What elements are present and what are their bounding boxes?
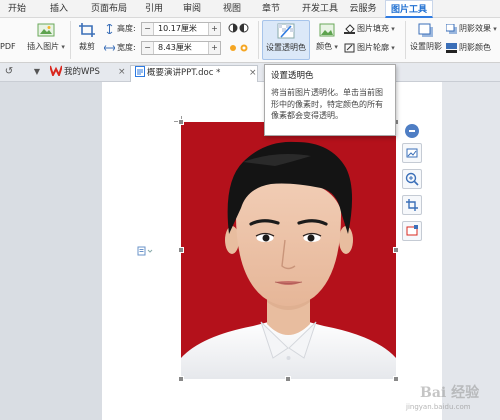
resize-handle-top-left[interactable]: [178, 119, 184, 125]
doc-tab-my-wps[interactable]: 我的WPS ×: [46, 65, 126, 82]
transparent-color-tooltip: 设置透明色 将当前图片透明化。单击当前图形中的像素时，特定颜色的所有像素都会变得…: [264, 64, 396, 136]
picture-icon: [37, 23, 55, 37]
doc-icon: [135, 66, 145, 77]
set-transparent-color-button[interactable]: 设置透明色: [262, 20, 310, 60]
zoom-icon[interactable]: [402, 169, 422, 189]
crop-tool-icon: [79, 23, 95, 37]
shadow-color-label: 阴影颜色: [459, 43, 491, 52]
doc-tab-label: 概要演讲PPT.doc *: [147, 68, 221, 78]
width-value[interactable]: 8.43厘米: [156, 42, 206, 54]
document-tab-bar: ↺ ▼ 我的WPS × 概要演讲PPT.doc * ×: [0, 63, 500, 82]
watermark-url: jingyan.baidu.com: [406, 403, 471, 411]
color-icon: [319, 23, 335, 37]
ribbon: PDF 插入图片 裁剪 高度: − 10.17厘米 + 宽度: − 8.43厘米…: [0, 18, 500, 63]
menu-bar: 开始 插入 页面布局 引用 审阅 视图 章节 开发工具 云服务 图片工具: [0, 0, 500, 18]
resize-handle-middle-left[interactable]: [178, 247, 184, 253]
menu-tab-insert[interactable]: 插入: [44, 0, 74, 18]
tooltip-description: 将当前图片透明化。单击当前图形中的像素时，特定颜色的所有像素都会变得透明。: [271, 88, 383, 120]
zoom-glyph: [405, 172, 419, 186]
shadow-effect-icon: [446, 23, 457, 34]
height-increase-button[interactable]: +: [208, 23, 220, 35]
selected-picture[interactable]: [181, 122, 396, 379]
height-label-text: 高度:: [117, 24, 136, 33]
menu-tab-view[interactable]: 视图: [218, 0, 246, 18]
border-glyph: [406, 225, 418, 236]
menu-tab-review[interactable]: 审阅: [178, 0, 206, 18]
menu-tab-home[interactable]: 开始: [2, 0, 32, 18]
height-label: 高度:: [104, 23, 136, 34]
crop-icon[interactable]: [402, 195, 422, 215]
close-icon[interactable]: ×: [249, 66, 257, 81]
set-shadow-button[interactable]: 设置阴影: [408, 22, 444, 52]
insert-picture-button[interactable]: 插入图片: [24, 22, 68, 52]
width-decrease-button[interactable]: −: [142, 42, 154, 54]
watermark-text: Bai 经验: [420, 385, 480, 401]
left-margin: [0, 82, 102, 420]
resize-handle-bottom-middle[interactable]: [285, 376, 291, 382]
set-transparent-color-label: 设置透明色: [266, 43, 306, 52]
transparent-color-icon: [277, 23, 295, 39]
shadow-color-icon: [446, 42, 457, 53]
crop-glyph: [406, 199, 418, 211]
shadow-color-button[interactable]: 阴影颜色: [446, 42, 491, 53]
fill-bucket-icon: [344, 23, 355, 34]
menu-tab-references[interactable]: 引用: [140, 0, 168, 18]
wps-window: 开始 插入 页面布局 引用 审阅 视图 章节 开发工具 云服务 图片工具 PDF…: [0, 0, 500, 420]
pdf-button[interactable]: PDF: [0, 42, 16, 51]
brightness-icon: [230, 44, 248, 52]
shadow-icon: [418, 23, 433, 37]
shadow-effect-button[interactable]: 阴影效果: [446, 23, 497, 34]
picture-outline-label: 图片轮廓: [357, 43, 395, 52]
contrast-button[interactable]: [228, 22, 250, 36]
right-margin: [442, 82, 500, 420]
brightness-button[interactable]: [228, 42, 250, 56]
set-shadow-label: 设置阴影: [410, 42, 442, 51]
paragraph-icon[interactable]: [137, 246, 155, 256]
height-icon: [106, 23, 113, 34]
picture-outline-button[interactable]: 图片轮廓: [344, 42, 395, 53]
menu-tab-developer[interactable]: 开发工具: [297, 0, 343, 18]
menu-tab-chapter[interactable]: 章节: [257, 0, 285, 18]
crop-label: 裁剪: [79, 42, 95, 51]
resize-handle-bottom-right[interactable]: [393, 376, 399, 382]
crop-button[interactable]: 裁剪: [74, 22, 100, 52]
tooltip-title: 设置透明色: [271, 71, 314, 81]
width-label: 宽度:: [104, 42, 136, 53]
crop-layout-icon[interactable]: [402, 143, 422, 163]
wps-logo-icon: [49, 65, 63, 78]
undo-icon[interactable]: ↺: [2, 65, 16, 79]
portrait-photo: [181, 122, 396, 379]
resize-handle-middle-right[interactable]: [393, 247, 399, 253]
width-icon: [104, 44, 115, 51]
width-label-text: 宽度:: [117, 43, 136, 52]
height-spinner[interactable]: − 10.17厘米 +: [141, 22, 221, 36]
insert-picture-label: 插入图片: [27, 42, 65, 51]
menu-tab-page-layout[interactable]: 页面布局: [86, 0, 132, 18]
dropdown-icon[interactable]: ▼: [30, 65, 44, 79]
outline-pen-icon: [344, 43, 355, 52]
menu-tab-cloud[interactable]: 云服务: [344, 0, 382, 18]
doc-tab-label: 我的WPS: [64, 67, 100, 77]
menu-tab-picture-tools[interactable]: 图片工具: [385, 0, 433, 18]
picture-fill-label: 图片填充: [357, 24, 395, 33]
picture-fill-button[interactable]: 图片填充: [344, 23, 395, 34]
width-increase-button[interactable]: +: [208, 42, 220, 54]
border-icon[interactable]: [402, 221, 422, 241]
collapse-icon[interactable]: [405, 124, 419, 138]
close-icon[interactable]: ×: [118, 65, 126, 80]
doc-tab-active[interactable]: 概要演讲PPT.doc * ×: [130, 65, 258, 82]
minus-glyph: [409, 130, 415, 132]
height-decrease-button[interactable]: −: [142, 23, 154, 35]
resize-handle-bottom-left[interactable]: [178, 376, 184, 382]
color-button[interactable]: 颜色: [312, 22, 342, 52]
width-spinner[interactable]: − 8.43厘米 +: [141, 41, 221, 55]
height-value[interactable]: 10.17厘米: [156, 23, 206, 35]
color-label: 颜色: [316, 42, 338, 51]
layout-glyph: [406, 148, 418, 158]
shadow-effect-label: 阴影效果: [459, 24, 497, 33]
contrast-icon: [228, 23, 249, 33]
baidu-jingyan-watermark: Bai 经验 jingyan.baidu.com: [400, 376, 496, 416]
